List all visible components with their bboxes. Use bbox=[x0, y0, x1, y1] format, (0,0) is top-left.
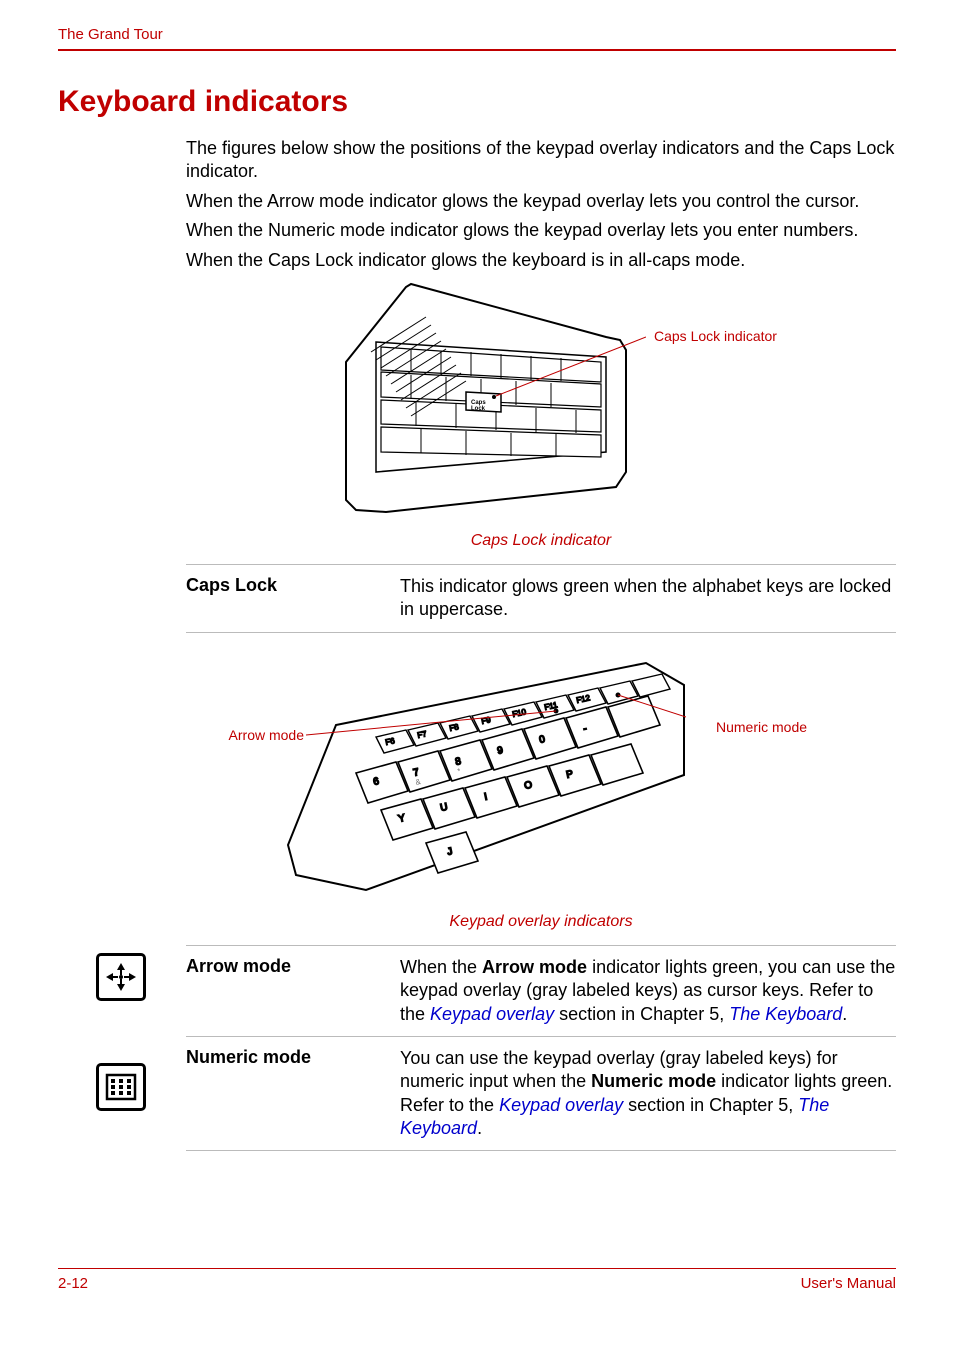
intro-p2: When the Arrow mode indicator glows the … bbox=[186, 190, 896, 213]
numeric-mode-icon bbox=[96, 1063, 146, 1111]
page-header: The Grand Tour bbox=[58, 26, 896, 51]
svg-text:Lock: Lock bbox=[471, 406, 486, 412]
page-number: 2-12 bbox=[58, 1275, 88, 1292]
intro-p4: When the Caps Lock indicator glows the k… bbox=[186, 249, 896, 272]
intro-p1: The figures below show the positions of … bbox=[186, 137, 896, 184]
table-row: Arrow mode When the Arrow mode indicator… bbox=[186, 946, 896, 1037]
numeric-mode-desc: You can use the keypad overlay (gray lab… bbox=[400, 1047, 896, 1141]
figure1-caption: Caps Lock indicator bbox=[186, 532, 896, 550]
arrow-mode-desc: When the Arrow mode indicator lights gre… bbox=[400, 956, 896, 1026]
link-the-keyboard[interactable]: The Keyboard bbox=[729, 1004, 842, 1024]
table-row: Numeric mode You can use the keypad over… bbox=[186, 1037, 896, 1152]
link-keypad-overlay[interactable]: Keypad overlay bbox=[499, 1095, 623, 1115]
capslock-desc: This indicator glows green when the alph… bbox=[400, 575, 896, 622]
table-row: Caps Lock This indicator glows green whe… bbox=[186, 565, 896, 633]
numeric-mode-callout-label: Numeric mode bbox=[716, 719, 807, 735]
manual-label: User's Manual bbox=[801, 1275, 896, 1292]
page-footer: 2-12 User's Manual bbox=[58, 1268, 896, 1292]
link-keypad-overlay[interactable]: Keypad overlay bbox=[430, 1004, 554, 1024]
page-title: Keyboard indicators bbox=[58, 85, 896, 119]
overlay-definition-table: Arrow mode When the Arrow mode indicator… bbox=[186, 945, 896, 1152]
capslock-callout-label: Caps Lock indicator bbox=[654, 328, 777, 344]
intro-p3: When the Numeric mode indicator glows th… bbox=[186, 219, 896, 242]
numeric-mode-term: Numeric mode bbox=[186, 1047, 400, 1141]
intro-text: The figures below show the positions of … bbox=[186, 137, 896, 272]
capslock-term: Caps Lock bbox=[186, 575, 400, 622]
arrow-mode-term: Arrow mode bbox=[186, 956, 400, 1026]
arrow-mode-icon bbox=[96, 953, 146, 1001]
capslock-definition-table: Caps Lock This indicator glows green whe… bbox=[186, 564, 896, 633]
keyboard-overlay-illustration: F6 F7 F8 F9 F10 F11 F12 6 bbox=[286, 645, 686, 895]
section-title: The Grand Tour bbox=[58, 26, 163, 43]
keyboard-corner-illustration: Caps Lock bbox=[276, 282, 646, 522]
figure-capslock: Caps Lock bbox=[186, 282, 896, 524]
figure2-caption: Keypad overlay indicators bbox=[186, 913, 896, 931]
figure-keypad-overlay: Arrow mode F6 F7 F8 F9 F10 F11 F12 bbox=[186, 645, 896, 905]
